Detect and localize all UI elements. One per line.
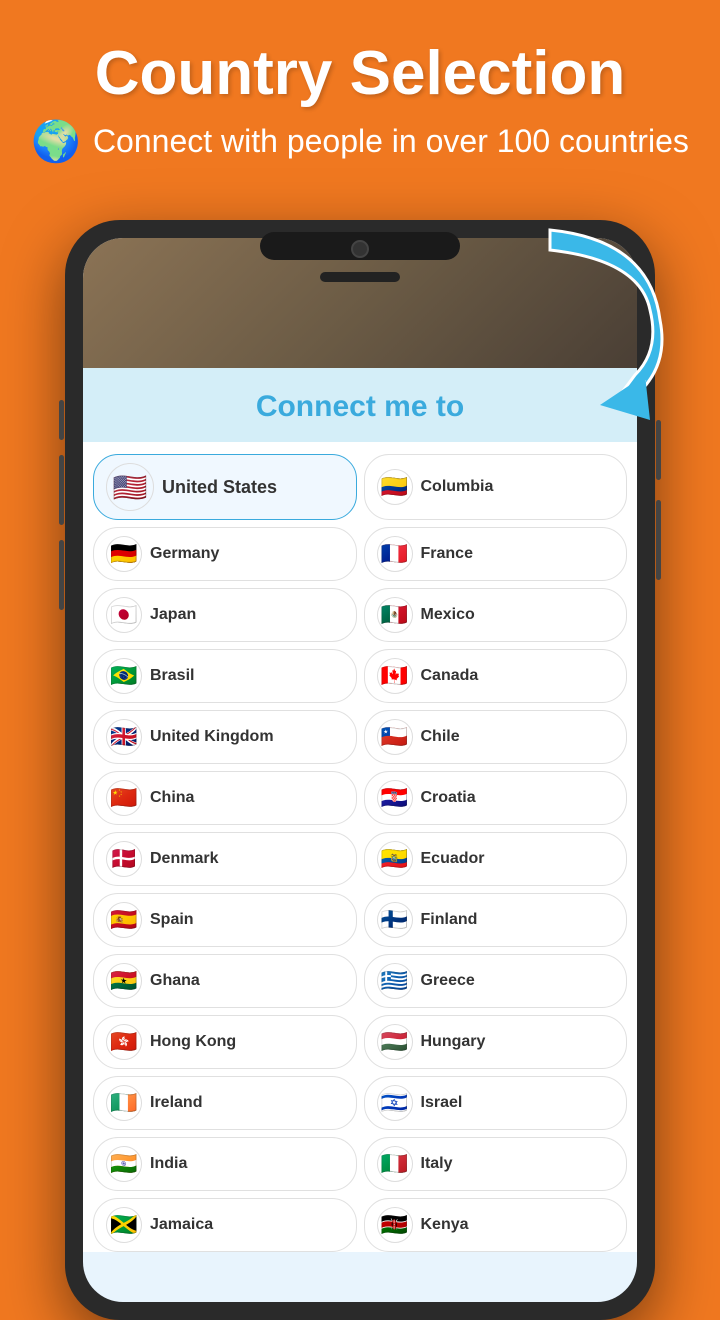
flag-ireland: 🇮🇪 (106, 1085, 142, 1121)
country-name-label: Ireland (150, 1094, 202, 1112)
country-name-label: United States (162, 477, 277, 498)
country-item-united-kingdom[interactable]: 🇬🇧 United Kingdom (93, 710, 357, 764)
country-name-label: Hong Kong (150, 1033, 236, 1051)
volume-button (656, 500, 661, 580)
header-subtitle: 🌍 Connect with people in over 100 countr… (30, 118, 690, 165)
flag-india: 🇮🇳 (106, 1146, 142, 1182)
country-name-label: Germany (150, 545, 219, 563)
power-button (656, 420, 661, 480)
country-item-greece[interactable]: 🇬🇷 Greece (364, 954, 628, 1008)
country-item-india[interactable]: 🇮🇳 India (93, 1137, 357, 1191)
country-name-label: Ghana (150, 972, 200, 990)
country-item-united-states[interactable]: 🇺🇸 United States (93, 454, 357, 520)
page-title: Country Selection (30, 40, 690, 108)
vol-up-button (59, 455, 64, 525)
country-item-denmark[interactable]: 🇩🇰 Denmark (93, 832, 357, 886)
country-name-label: India (150, 1155, 187, 1173)
country-item-italy[interactable]: 🇮🇹 Italy (364, 1137, 628, 1191)
country-name-label: Mexico (421, 606, 475, 624)
flag-chile: 🇨🇱 (377, 719, 413, 755)
flag-germany: 🇩🇪 (106, 536, 142, 572)
speaker-grille (320, 272, 400, 282)
flag-columbia: 🇨🇴 (377, 469, 413, 505)
flag-united-states: 🇺🇸 (106, 463, 154, 511)
country-item-germany[interactable]: 🇩🇪 Germany (93, 527, 357, 581)
flag-hong-kong: 🇭🇰 (106, 1024, 142, 1060)
country-item-hungary[interactable]: 🇭🇺 Hungary (364, 1015, 628, 1069)
country-item-france[interactable]: 🇫🇷 France (364, 527, 628, 581)
country-grid: 🇺🇸 United States 🇨🇴 Columbia 🇩🇪 Germany 🇫🇷 Fran… (83, 442, 637, 1252)
flag-greece: 🇬🇷 (377, 963, 413, 999)
flag-kenya: 🇰🇪 (377, 1207, 413, 1243)
country-item-chile[interactable]: 🇨🇱 Chile (364, 710, 628, 764)
country-item-spain[interactable]: 🇪🇸 Spain (93, 893, 357, 947)
flag-united-kingdom: 🇬🇧 (106, 719, 142, 755)
country-name-label: Greece (421, 972, 475, 990)
flag-brasil: 🇧🇷 (106, 658, 142, 694)
country-name-label: Jamaica (150, 1216, 213, 1234)
country-item-israel[interactable]: 🇮🇱 Israel (364, 1076, 628, 1130)
country-item-kenya[interactable]: 🇰🇪 Kenya (364, 1198, 628, 1252)
country-name-label: Ecuador (421, 850, 485, 868)
country-name-label: Denmark (150, 850, 218, 868)
subtitle-text: Connect with people in over 100 countrie… (93, 121, 689, 163)
country-name-label: Japan (150, 606, 196, 624)
country-name-label: Israel (421, 1094, 463, 1112)
country-item-china[interactable]: 🇨🇳 China (93, 771, 357, 825)
flag-japan: 🇯🇵 (106, 597, 142, 633)
flag-spain: 🇪🇸 (106, 902, 142, 938)
country-item-jamaica[interactable]: 🇯🇲 Jamaica (93, 1198, 357, 1252)
country-item-ecuador[interactable]: 🇪🇨 Ecuador (364, 832, 628, 886)
country-item-brasil[interactable]: 🇧🇷 Brasil (93, 649, 357, 703)
country-name-label: Brasil (150, 667, 194, 685)
country-name-label: Finland (421, 911, 478, 929)
arrow-graphic (530, 220, 690, 420)
connect-header-text: Connect me to (256, 390, 464, 423)
flag-hungary: 🇭🇺 (377, 1024, 413, 1060)
flag-mexico: 🇲🇽 (377, 597, 413, 633)
country-name-label: Columbia (421, 478, 494, 496)
country-item-japan[interactable]: 🇯🇵 Japan (93, 588, 357, 642)
flag-croatia: 🇭🇷 (377, 780, 413, 816)
flag-china: 🇨🇳 (106, 780, 142, 816)
country-item-mexico[interactable]: 🇲🇽 Mexico (364, 588, 628, 642)
vol-down-button (59, 540, 64, 610)
country-name-label: Spain (150, 911, 194, 929)
flag-canada: 🇨🇦 (377, 658, 413, 694)
country-item-croatia[interactable]: 🇭🇷 Croatia (364, 771, 628, 825)
country-name-label: Italy (421, 1155, 453, 1173)
globe-icon: 🌍 (31, 118, 81, 165)
camera-lens (351, 240, 369, 258)
flag-jamaica: 🇯🇲 (106, 1207, 142, 1243)
country-name-label: France (421, 545, 473, 563)
country-item-ireland[interactable]: 🇮🇪 Ireland (93, 1076, 357, 1130)
flag-ecuador: 🇪🇨 (377, 841, 413, 877)
mute-button (59, 400, 64, 440)
country-name-label: Canada (421, 667, 479, 685)
flag-finland: 🇫🇮 (377, 902, 413, 938)
flag-ghana: 🇬🇭 (106, 963, 142, 999)
country-name-label: Kenya (421, 1216, 469, 1234)
country-name-label: Hungary (421, 1033, 486, 1051)
country-item-canada[interactable]: 🇨🇦 Canada (364, 649, 628, 703)
country-item-ghana[interactable]: 🇬🇭 Ghana (93, 954, 357, 1008)
country-item-hong-kong[interactable]: 🇭🇰 Hong Kong (93, 1015, 357, 1069)
country-item-columbia[interactable]: 🇨🇴 Columbia (364, 454, 628, 520)
country-item-finland[interactable]: 🇫🇮 Finland (364, 893, 628, 947)
page-header: Country Selection 🌍 Connect with people … (0, 0, 720, 185)
country-name-label: Chile (421, 728, 460, 746)
flag-denmark: 🇩🇰 (106, 841, 142, 877)
flag-italy: 🇮🇹 (377, 1146, 413, 1182)
flag-france: 🇫🇷 (377, 536, 413, 572)
country-name-label: China (150, 789, 194, 807)
country-name-label: United Kingdom (150, 728, 274, 746)
flag-israel: 🇮🇱 (377, 1085, 413, 1121)
country-name-label: Croatia (421, 789, 476, 807)
